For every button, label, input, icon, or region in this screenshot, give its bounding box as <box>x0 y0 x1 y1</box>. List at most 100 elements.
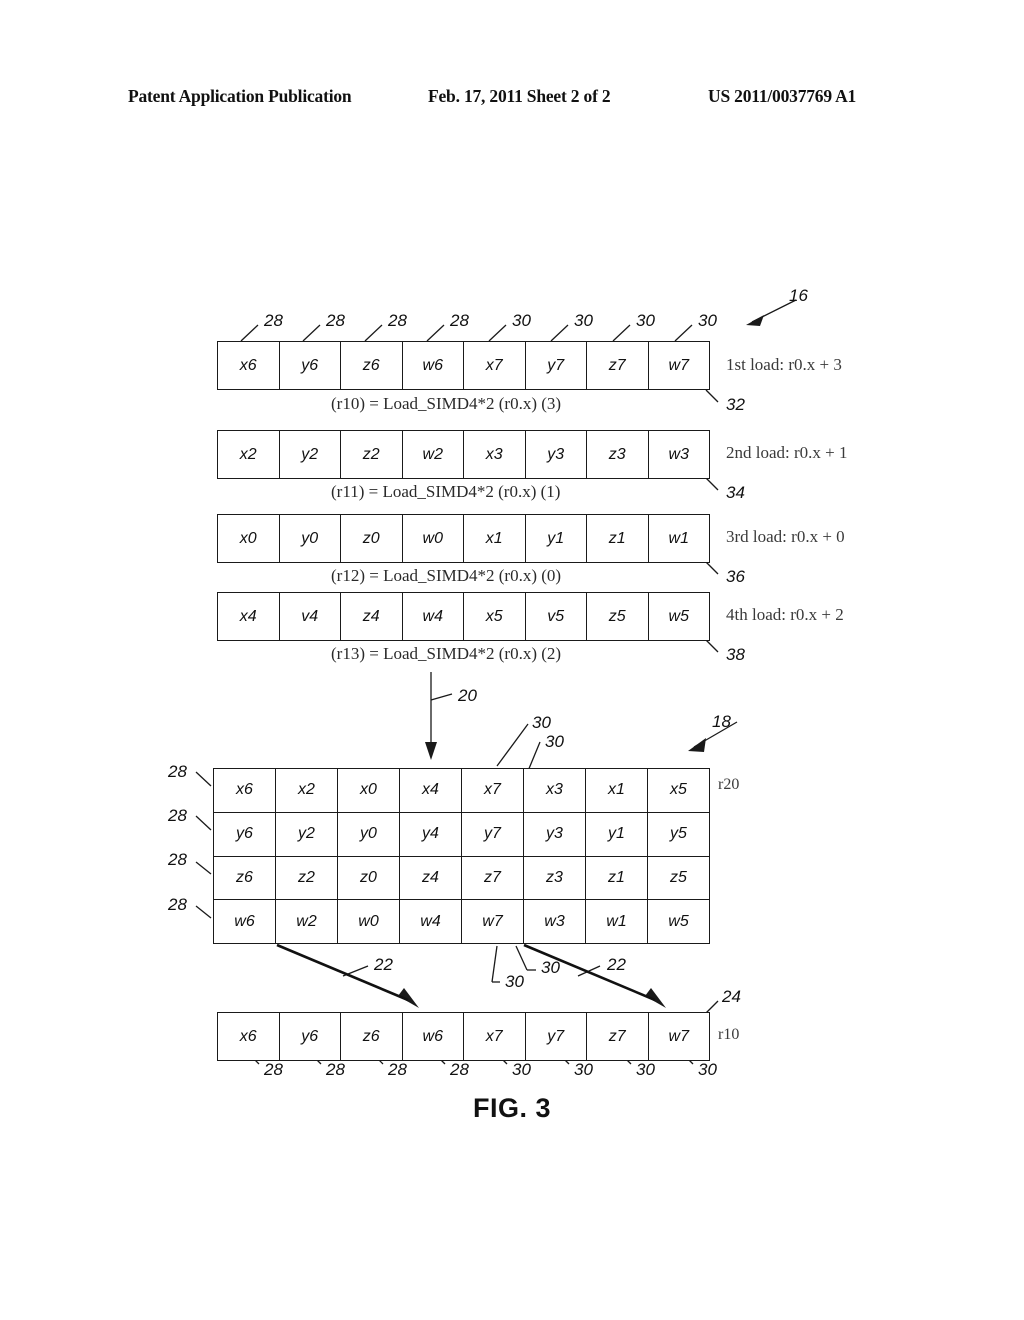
load-row-1-cell: z7 <box>587 342 649 389</box>
load-row-4-caption: (r13) = Load_SIMD4*2 (r0.x) (2) <box>331 644 562 663</box>
ref-component-28: 28 <box>264 1060 283 1079</box>
ref-load-row-3: 36 <box>726 567 745 586</box>
ref-component-30: 30 <box>698 1060 717 1079</box>
load-row-4-side-label: 4th load: r0.x + 2 <box>726 605 844 624</box>
matrix-cell: w1 <box>586 900 648 943</box>
matrix-cell: w4 <box>400 900 462 943</box>
matrix-cell: x6 <box>214 769 276 812</box>
load-row-3-cell: w1 <box>668 529 689 547</box>
load-row-1-cell: y6 <box>280 342 341 389</box>
result-row-cell: y6 <box>280 1013 341 1060</box>
load-row-2-cell: x3 <box>464 431 526 478</box>
ref-component-28: 28 <box>264 311 283 330</box>
register-matrix: x6 x2 x0 x4 x7 x3 x1 x5 y6 y2 y0 y4 y7 y… <box>213 768 710 944</box>
load-row-4-cell: w4 <box>403 593 464 640</box>
ref-component-28: 28 <box>450 311 469 330</box>
load-row-2-cell: w2 <box>403 431 464 478</box>
ref-matrix-top-30: 30 <box>545 732 564 751</box>
ref-transform-arrow: 20 <box>458 686 477 705</box>
load-row-3-cell: z0 <box>341 515 403 562</box>
load-row-1-cell: z6 <box>341 342 403 389</box>
matrix-cell: x4 <box>400 769 462 812</box>
matrix-cell: w2 <box>276 900 338 943</box>
load-row-2-cell: w3 <box>668 445 689 463</box>
matrix-cell: w7 <box>462 900 524 943</box>
load-row-1-cell: w7 <box>668 356 689 374</box>
load-row-3-cell: z1 <box>587 515 649 562</box>
ref-load-row-2: 34 <box>726 483 745 502</box>
ref-extract-arrow-22: 22 <box>374 955 393 974</box>
matrix-cell: y5 <box>670 825 687 843</box>
load-row-4-cell: x5 <box>464 593 526 640</box>
matrix-cell: x2 <box>276 769 338 812</box>
matrix-cell: x1 <box>586 769 648 812</box>
ref-matrix-top-30: 30 <box>532 713 551 732</box>
matrix-cell: x7 <box>462 769 524 812</box>
figure-3: 16 18 20 x6 y6 z6 w6 x7 y7 z7 w7 28 28 2… <box>0 0 1024 1320</box>
matrix-row: x6 x2 x0 x4 x7 x3 x1 x5 <box>214 769 709 813</box>
load-row-3-side-label: 3rd load: r0.x + 0 <box>726 527 845 546</box>
ref-component-30: 30 <box>574 1060 593 1079</box>
load-row-3-cell: y0 <box>280 515 341 562</box>
matrix-cell: z1 <box>586 856 648 900</box>
load-row-2-cell: z3 <box>587 431 649 478</box>
load-row-1-cell: y7 <box>526 342 587 389</box>
matrix-cell: y1 <box>586 812 648 856</box>
load-row-1: x6 y6 z6 w6 x7 y7 z7 w7 <box>217 341 710 390</box>
matrix-cell: y2 <box>276 812 338 856</box>
result-register-label: r10 <box>718 1026 740 1043</box>
result-row-cell: x6 <box>218 1013 280 1060</box>
matrix-cell: z2 <box>276 856 338 900</box>
result-row-cell: x7 <box>464 1013 526 1060</box>
ref-load-row-1: 32 <box>726 395 745 414</box>
ref-matrix-left-28: 28 <box>168 806 187 825</box>
matrix-cell: z4 <box>400 856 462 900</box>
result-row-cell: z6 <box>341 1013 403 1060</box>
matrix-cell: y0 <box>338 812 400 856</box>
load-row-3-cell: x0 <box>218 515 280 562</box>
ref-component-30: 30 <box>505 972 524 991</box>
ref-matrix-left-28: 28 <box>168 762 187 781</box>
load-row-2-cell: y3 <box>526 431 587 478</box>
matrix-row: z6 z2 z0 z4 z7 z3 z1 z5 <box>214 856 709 901</box>
matrix-cell: z6 <box>214 856 276 900</box>
matrix-row: y6 y2 y0 y4 y7 y3 y1 y5 <box>214 812 709 857</box>
load-row-2-caption: (r11) = Load_SIMD4*2 (r0.x) (1) <box>331 482 561 501</box>
matrix-cell: w6 <box>214 900 276 943</box>
load-row-1-cell: x7 <box>464 342 526 389</box>
load-row-4-cell: x4 <box>218 593 280 640</box>
ref-matrix-left-28: 28 <box>168 895 187 914</box>
matrix-cell: w3 <box>524 900 586 943</box>
ref-matrix-group: 18 <box>712 712 731 731</box>
ref-load-row-4: 38 <box>726 645 745 664</box>
figure-caption: FIG. 3 <box>472 1093 551 1123</box>
ref-component-28: 28 <box>326 311 345 330</box>
matrix-cell: w0 <box>338 900 400 943</box>
result-row-cell: w6 <box>403 1013 464 1060</box>
matrix-cell: w5 <box>668 912 689 930</box>
matrix-cell: x3 <box>524 769 586 812</box>
load-row-2-side-label: 2nd load: r0.x + 1 <box>726 443 848 462</box>
matrix-cell: x5 <box>670 781 687 799</box>
matrix-cell: y6 <box>214 812 276 856</box>
ref-component-30: 30 <box>541 958 560 977</box>
ref-component-30: 30 <box>636 311 655 330</box>
load-row-2-cell: z2 <box>341 431 403 478</box>
load-row-1-cell: w6 <box>403 342 464 389</box>
matrix-cell: z7 <box>462 856 524 900</box>
ref-component-30: 30 <box>636 1060 655 1079</box>
load-row-3-cell: x1 <box>464 515 526 562</box>
matrix-register-label: r20 <box>718 776 740 793</box>
load-row-4-cell: v4 <box>280 593 341 640</box>
load-row-2: x2 y2 z2 w2 x3 y3 z3 w3 <box>217 430 710 479</box>
load-row-1-side-label: 1st load: r0.x + 3 <box>726 355 842 374</box>
ref-component-30: 30 <box>512 311 531 330</box>
matrix-cell: y4 <box>400 812 462 856</box>
matrix-row: w6 w2 w0 w4 w7 w3 w1 w5 <box>214 900 709 943</box>
load-row-1-cell: x6 <box>218 342 280 389</box>
ref-component-30: 30 <box>574 311 593 330</box>
result-row-cell: z7 <box>587 1013 649 1060</box>
ref-loads-group: 16 <box>789 286 808 305</box>
load-row-2-cell: y2 <box>280 431 341 478</box>
load-row-3-cell: w0 <box>403 515 464 562</box>
